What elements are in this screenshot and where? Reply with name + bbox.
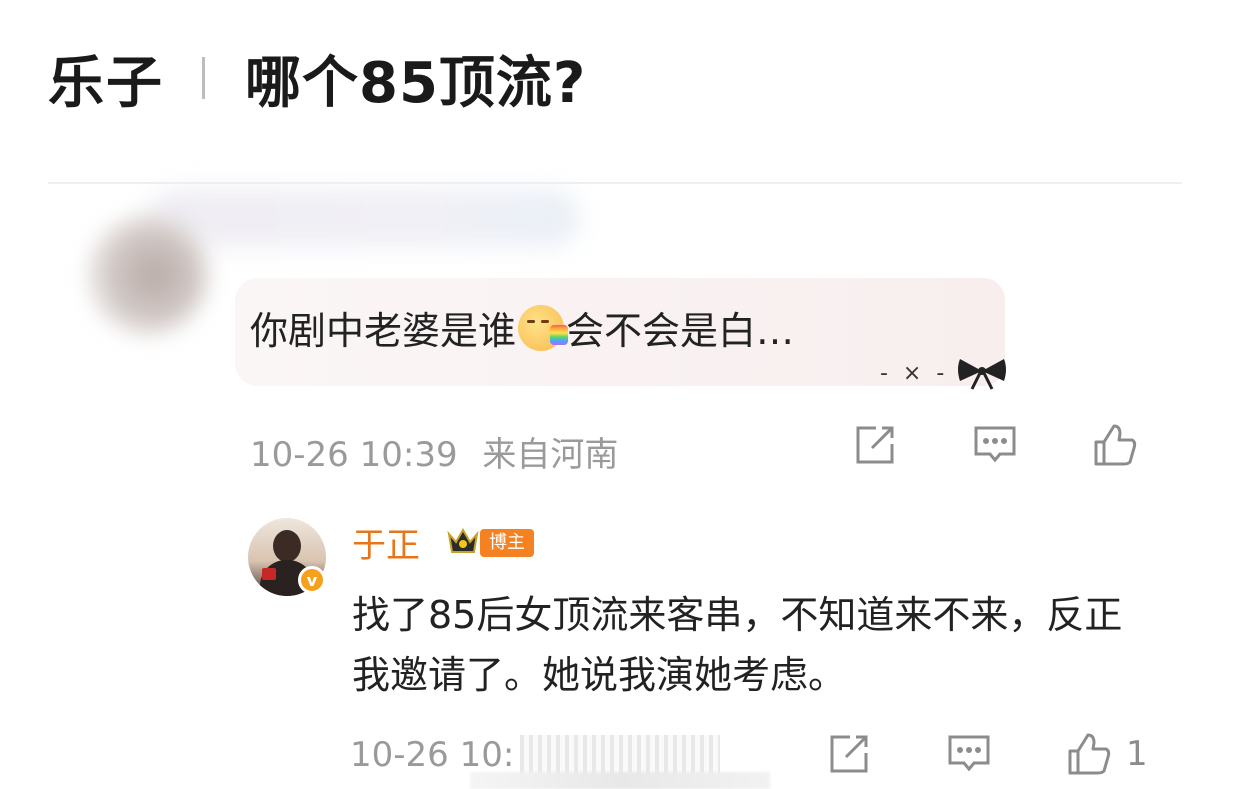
reply-text: 找了85后女顶流来客串，不知道来不来，反正我邀请了。她说我演她考虑。 bbox=[352, 593, 1123, 697]
title-bar: 乐子 哪个85顶流? bbox=[48, 38, 586, 118]
question-title: 哪个85顶流? bbox=[245, 50, 587, 116]
comment-icon[interactable] bbox=[972, 422, 1018, 468]
title-separator bbox=[202, 57, 205, 99]
comment-text-part1: 你剧中老婆是谁 bbox=[250, 309, 517, 353]
divider bbox=[48, 182, 1182, 184]
reply-meta: 10-26 10: bbox=[350, 735, 514, 775]
comment-timestamp: 10-26 10:39 bbox=[250, 435, 458, 475]
crown-icon bbox=[447, 528, 479, 553]
watermark-text bbox=[470, 772, 770, 789]
share-icon[interactable] bbox=[852, 422, 898, 468]
comment-icon[interactable] bbox=[946, 731, 992, 777]
share-icon[interactable] bbox=[826, 731, 872, 777]
reply-actions: 1 bbox=[826, 731, 1148, 777]
like-icon[interactable] bbox=[1092, 422, 1138, 468]
like-count: 1 bbox=[1126, 734, 1148, 774]
blurred-commenter-name bbox=[150, 188, 580, 248]
bow-icon bbox=[958, 359, 1007, 390]
comment-text: 你剧中老婆是谁 会不会是白… bbox=[250, 300, 794, 355]
rainbow-puke-emoji-icon bbox=[518, 304, 569, 351]
comment-meta: 10-26 10:39 来自河南 bbox=[250, 427, 618, 476]
like-icon[interactable] bbox=[1066, 731, 1112, 777]
comment-text-part2: 会不会是白… bbox=[566, 309, 795, 353]
decoration-text: - × - bbox=[880, 360, 949, 386]
channel-title: 乐子 bbox=[48, 50, 164, 116]
blogger-badge: 博主 bbox=[480, 529, 534, 557]
verified-icon: v bbox=[298, 566, 326, 594]
comment-actions bbox=[852, 422, 1138, 468]
watermark-overlay bbox=[520, 735, 720, 775]
comment-location: 来自河南 bbox=[482, 435, 619, 475]
bubble-decoration: - × - bbox=[880, 355, 1010, 391]
blurred-commenter-avatar[interactable] bbox=[88, 215, 208, 335]
reply-timestamp: 10-26 10: bbox=[350, 735, 515, 775]
author-name[interactable]: 于正 bbox=[352, 518, 420, 567]
